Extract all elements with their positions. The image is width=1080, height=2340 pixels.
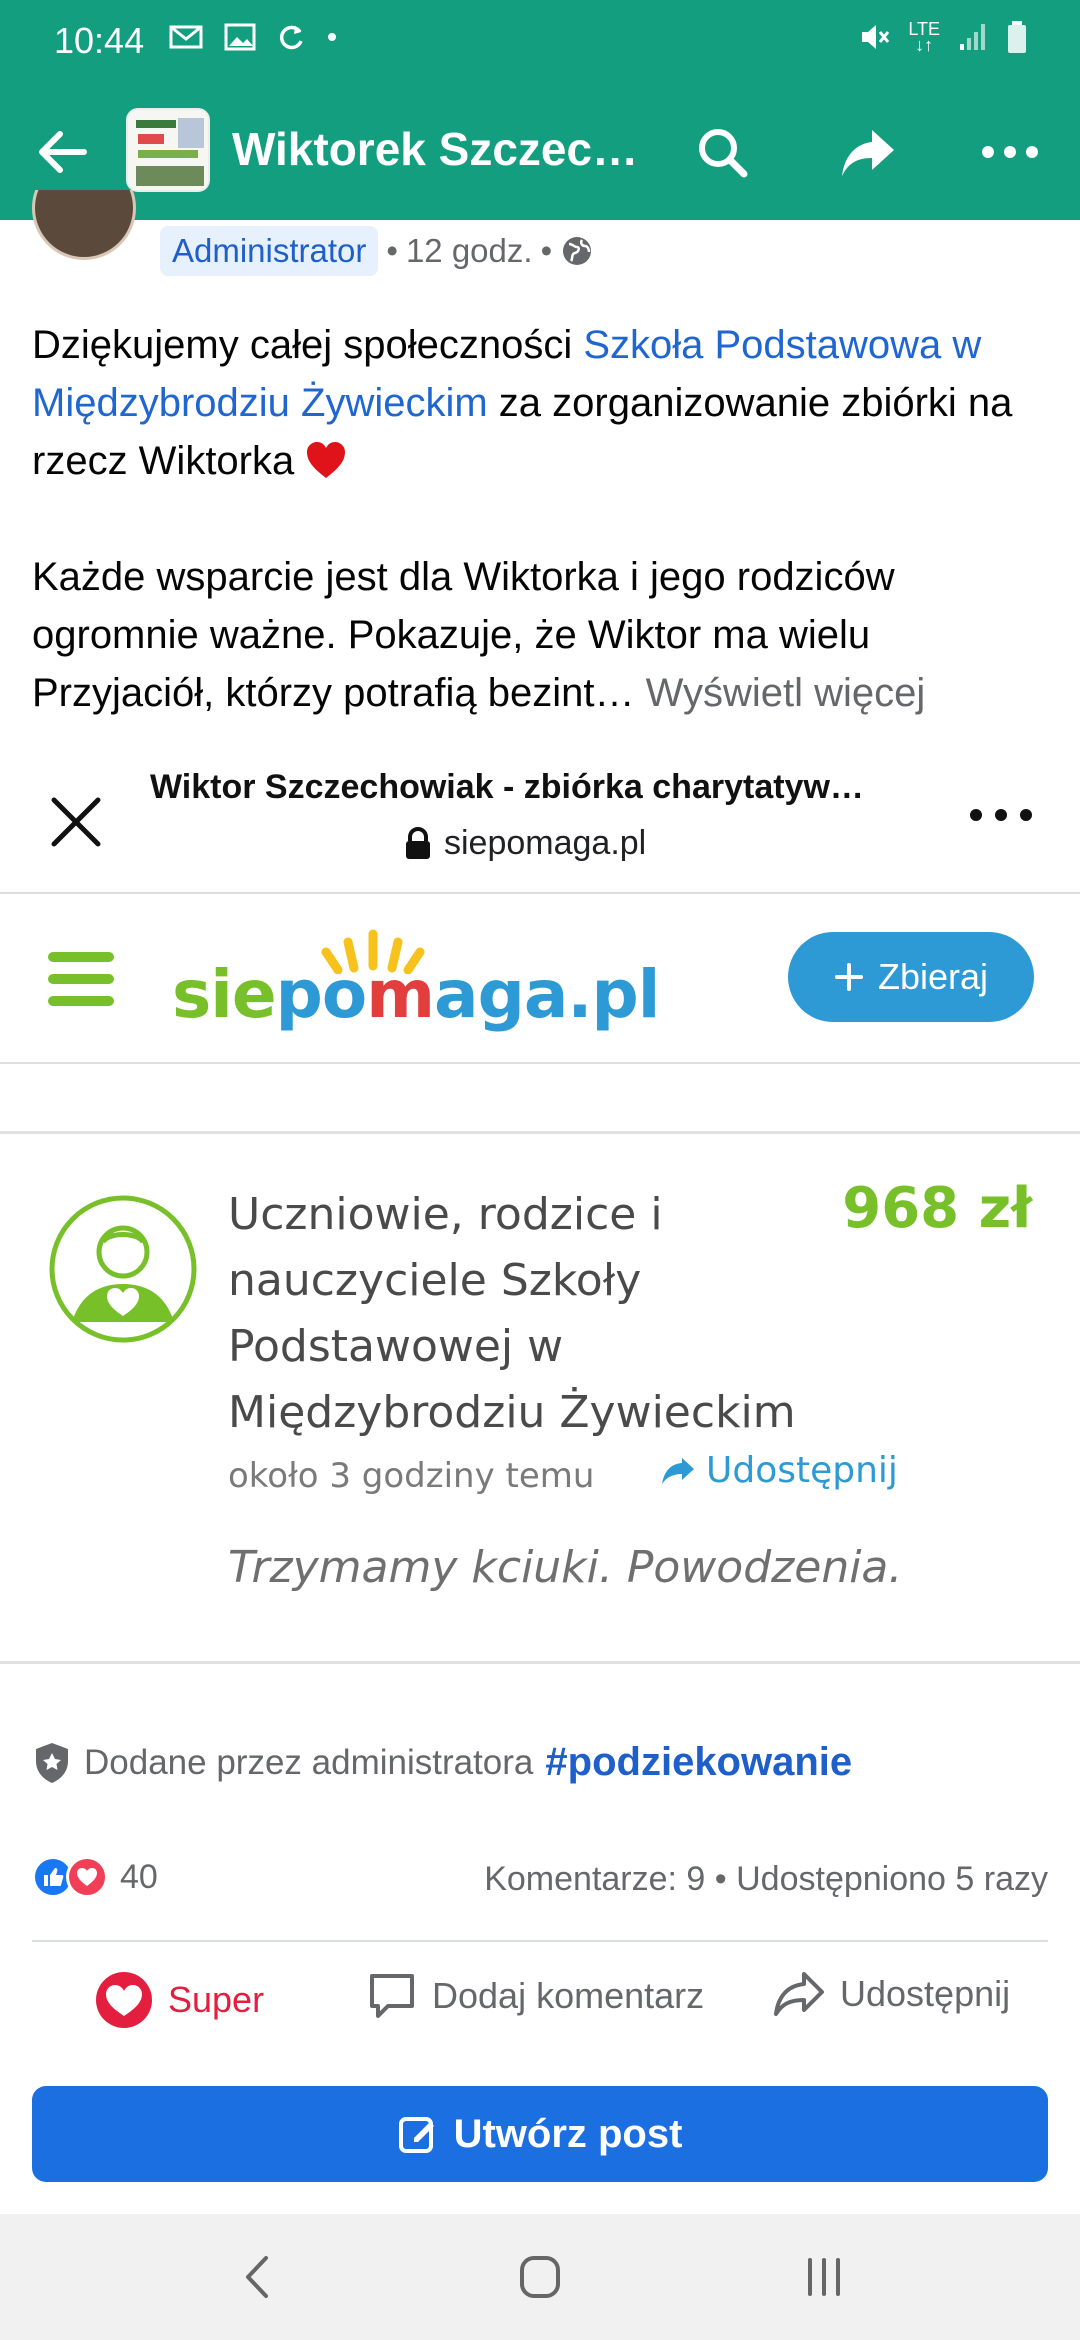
post-meta: Administrator • 12 godz. •: [160, 226, 594, 276]
preview-title: Wiktor Szczechowiak - zbiórka charytatyw…: [150, 768, 864, 806]
siepomaga-header: siepomaga.pl Zbieraj: [0, 896, 1080, 1064]
love-reaction-icon: [66, 1856, 108, 1898]
more-options-icon[interactable]: [978, 120, 1042, 184]
gallery-icon: [224, 23, 256, 51]
zbieraj-label: Zbieraj: [877, 956, 989, 997]
nav-back-icon[interactable]: [230, 2252, 290, 2302]
post-time[interactable]: 12 godz.: [406, 232, 533, 270]
share-button[interactable]: Udostępnij: [772, 1970, 1010, 2018]
edit-icon: [398, 2117, 434, 2153]
love-reaction-icon: [96, 1972, 152, 2028]
status-time: 10:44: [54, 20, 145, 61]
mute-icon: [862, 25, 890, 49]
zbieraj-button[interactable]: Zbieraj: [788, 932, 1034, 1022]
sync-icon: [279, 25, 303, 50]
comment-label: Dodaj komentarz: [432, 1975, 705, 2016]
preview-url: siepomaga.pl: [404, 824, 646, 863]
notification-icons: [168, 22, 338, 52]
comment-button[interactable]: Dodaj komentarz: [366, 1970, 704, 2022]
status-bar: 10:44 LTE ↓↑: [0, 0, 1080, 84]
hamburger-menu-icon[interactable]: [46, 948, 116, 1010]
lock-icon: [406, 826, 430, 859]
share-arrow-icon: [662, 1457, 694, 1484]
post-text-part: Dziękujemy całej społeczności: [32, 323, 584, 367]
added-by-row: Dodane przez administratora #podziekowan…: [32, 1740, 852, 1785]
author-avatar[interactable]: [32, 190, 136, 264]
reactions-summary[interactable]: 40: [32, 1856, 158, 1898]
app-bar: Wiktorek Szczec…: [0, 84, 1080, 220]
donor-avatar-icon: [49, 1195, 197, 1343]
donation-share-button[interactable]: Udostępnij: [660, 1450, 898, 1491]
plus-icon: [834, 963, 863, 991]
group-title[interactable]: Wiktorek Szczec…: [232, 122, 652, 176]
signal-icon: [960, 24, 985, 50]
nav-recents-icon[interactable]: [794, 2252, 854, 2302]
section-spacer: [0, 1066, 1080, 1134]
added-by-text: Dodane przez administratora: [84, 1742, 534, 1782]
red-heart-icon: [307, 442, 346, 478]
search-icon[interactable]: [690, 120, 754, 184]
share-icon[interactable]: [836, 120, 900, 184]
super-label: Super: [168, 1979, 265, 2020]
see-more-link[interactable]: Wyświetl więcej: [646, 671, 926, 715]
globe-icon: [563, 237, 592, 265]
donation-time: około 3 godziny temu: [228, 1456, 595, 1496]
post-text: Dziękujemy całej społeczności Szkoła Pod…: [32, 316, 1052, 722]
donation-share-label: Udostępnij: [706, 1450, 898, 1491]
system-icons: LTE ↓↑: [858, 20, 1028, 54]
lte-indicator: LTE ↓↑: [908, 19, 940, 55]
donation-message: Trzymamy kciuki. Powodzenia.: [228, 1542, 903, 1593]
close-icon[interactable]: [44, 790, 108, 854]
create-post-label: Utwórz post: [453, 2111, 683, 2156]
reactions-count: 40: [120, 1857, 158, 1896]
donation-amount: 968 zł: [842, 1176, 1032, 1241]
system-nav-bar: [0, 2214, 1080, 2340]
meta-separator: •: [386, 232, 398, 269]
donation-card: Uczniowie, rodzice i nauczyciele Szkoły …: [0, 1134, 1080, 1664]
donor-name: Uczniowie, rodzice i nauczyciele Szkoły …: [228, 1189, 796, 1438]
comment-icon: [370, 1974, 414, 2018]
more-options-icon[interactable]: [966, 800, 1036, 830]
create-post-button[interactable]: Utwórz post: [32, 2086, 1048, 2182]
group-thumbnail-image: [128, 110, 208, 190]
preview-url-text: siepomaga.pl: [444, 824, 647, 862]
share-label: Udostępnij: [840, 1973, 1011, 2014]
back-arrow-icon[interactable]: [30, 120, 94, 184]
link-preview-bar: Wiktor Szczechowiak - zbiórka charytatyw…: [0, 748, 1080, 894]
siepomaga-logo[interactable]: siepomaga.pl: [172, 956, 660, 1033]
dot-icon: [328, 33, 336, 41]
post-stats: 40 Komentarze: 9 • Udostępniono 5 razy: [32, 1856, 1048, 1904]
nav-home-icon[interactable]: [510, 2252, 570, 2302]
divider: [32, 1940, 1048, 1942]
post-actions: Super Dodaj komentarz Udostępnij: [32, 1960, 1048, 2040]
meta-separator: •: [540, 232, 553, 269]
share-icon: [774, 1972, 824, 2016]
gmail-icon: [169, 25, 203, 49]
battery-icon: [1008, 21, 1026, 53]
comments-shares-count[interactable]: Komentarze: 9 • Udostępniono 5 razy: [484, 1860, 1048, 1899]
super-reaction-button[interactable]: Super: [94, 1970, 264, 2030]
admin-shield-icon: [36, 1742, 68, 1783]
admin-badge: Administrator: [160, 226, 379, 276]
hashtag-link[interactable]: #podziekowanie: [545, 1740, 852, 1785]
group-thumbnail[interactable]: [126, 108, 210, 192]
